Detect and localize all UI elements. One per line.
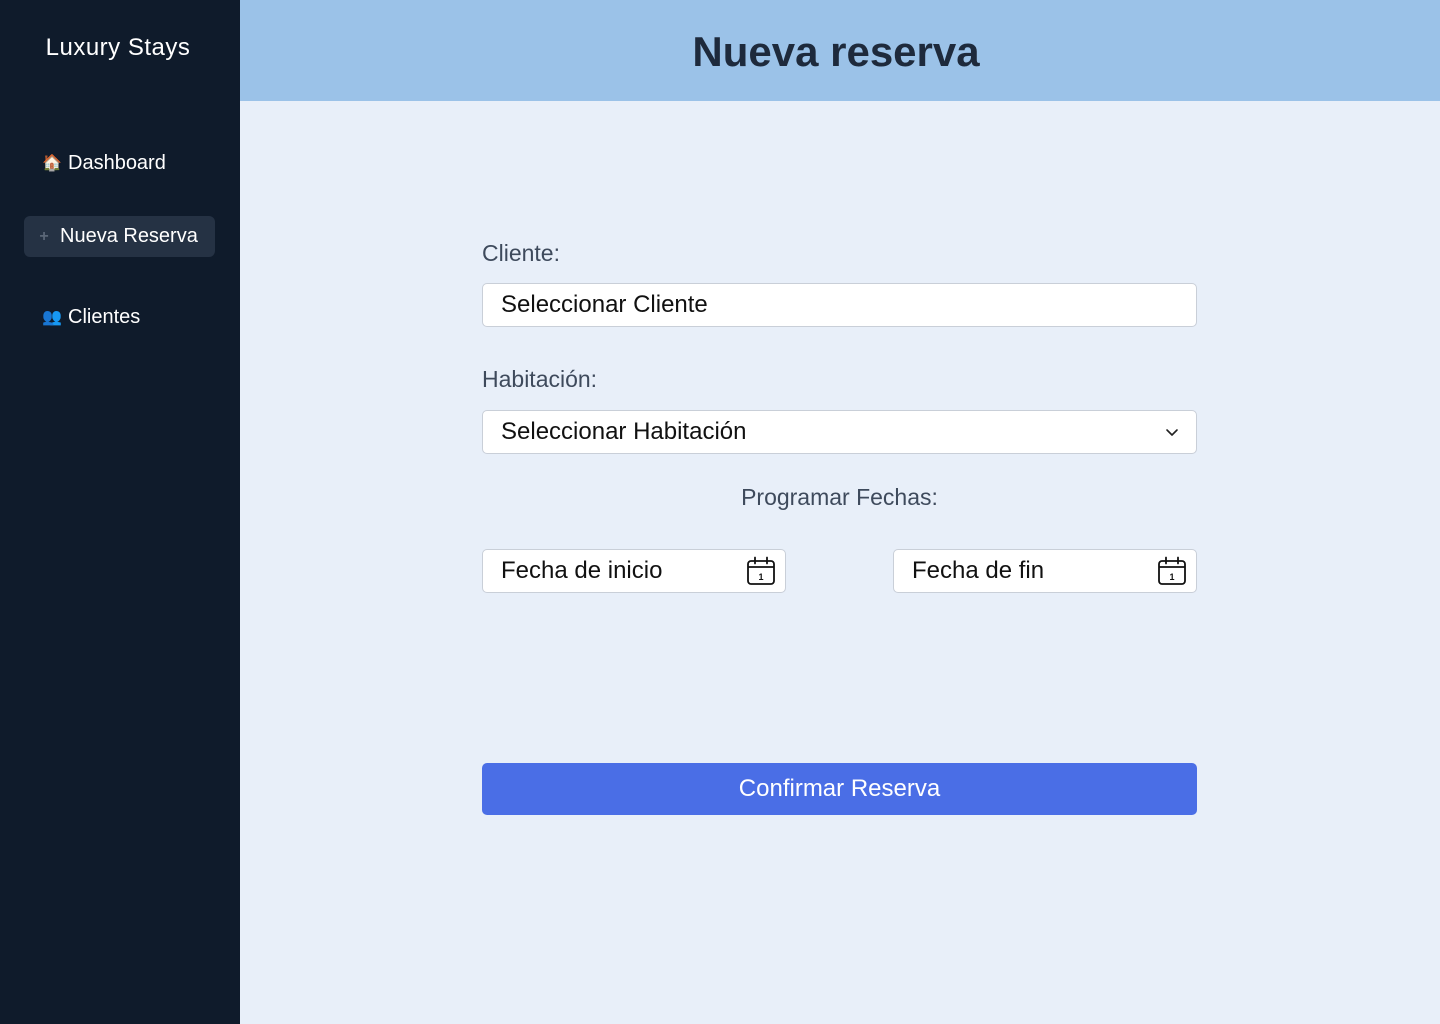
- sidebar-item-label: Clientes: [68, 305, 141, 328]
- brand-logo-text: Luxury Stays: [45, 34, 191, 61]
- habitacion-select[interactable]: Seleccionar Habitación: [482, 410, 1197, 454]
- fecha-inicio-placeholder: Fecha de inicio: [501, 557, 663, 584]
- sidebar-item-dashboard[interactable]: 🏠 Dashboard: [42, 148, 166, 178]
- users-icon: 👥: [42, 309, 62, 326]
- sidebar-item-label: Dashboard: [68, 151, 166, 174]
- fecha-fin-placeholder: Fecha de fin: [912, 557, 1045, 584]
- cliente-label: Cliente:: [482, 240, 560, 266]
- sidebar-item-nueva-reserva[interactable]: + Nueva Reserva: [24, 216, 215, 257]
- sidebar-item-label: Nueva Reserva: [60, 225, 198, 247]
- page-title: Nueva reserva: [692, 28, 980, 75]
- fecha-inicio-input[interactable]: Fecha de inicio 1: [482, 549, 786, 593]
- page-header: Nueva reserva: [240, 0, 1440, 101]
- calendar-day-number: 1: [1169, 572, 1174, 582]
- calendar-icon[interactable]: 1: [745, 555, 777, 587]
- fecha-fin-input[interactable]: Fecha de fin 1: [893, 549, 1197, 593]
- confirm-reservation-button[interactable]: Confirmar Reserva: [482, 763, 1197, 815]
- sidebar: Luxury Stays 🏠 Dashboard + Nueva Reserva…: [0, 0, 240, 1024]
- cliente-select[interactable]: Seleccionar Cliente: [482, 283, 1197, 327]
- house-icon: 🏠: [42, 155, 62, 172]
- calendar-day-number: 1: [758, 572, 763, 582]
- habitacion-select-value: Seleccionar Habitación: [501, 418, 747, 445]
- chevron-down-icon: [1166, 429, 1178, 436]
- cliente-select-value: Seleccionar Cliente: [501, 291, 708, 318]
- habitacion-label: Habitación:: [482, 366, 598, 392]
- fechas-label: Programar Fechas:: [741, 484, 938, 510]
- sidebar-item-clientes[interactable]: 👥 Clientes: [42, 302, 140, 332]
- plus-icon: +: [39, 227, 49, 245]
- calendar-icon[interactable]: 1: [1156, 555, 1188, 587]
